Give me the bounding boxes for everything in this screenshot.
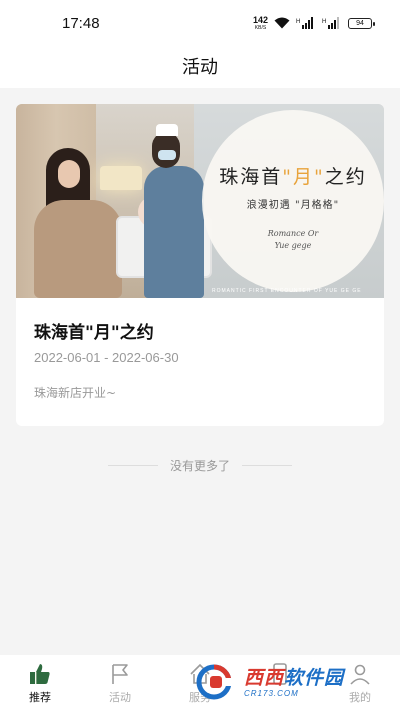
banner-script: Romance Or Yue gege	[202, 228, 384, 252]
flag-icon	[107, 661, 133, 687]
activity-date-range: 2022-06-01 - 2022-06-30	[34, 350, 179, 365]
nav-label: 推荐	[29, 691, 51, 704]
banner-nurse-figure	[134, 124, 204, 298]
status-time: 17:48	[62, 15, 100, 32]
nav-label: 活动	[109, 691, 131, 704]
divider	[242, 464, 293, 466]
banner-title: 珠海首"月"之约	[202, 162, 384, 189]
activity-banner-image: 珠海首"月"之约 浪漫初遇 "月格格" Romance Or Yue gege …	[16, 104, 384, 298]
network-speed: 142 KB/S	[252, 14, 268, 31]
watermark-logo	[196, 664, 242, 700]
banner-tagline: ROMANTIC FIRST ENCOUNTER OF YUE GE GE	[212, 288, 362, 294]
watermark-url: CR173.COM	[244, 688, 299, 698]
status-icons: 142 KB/S H H 94	[252, 14, 375, 31]
thumbs-up-icon	[27, 661, 53, 687]
page-title: 活动	[182, 57, 218, 78]
battery-icon: 94	[348, 17, 375, 29]
list-end-text: 没有更多了	[170, 458, 231, 473]
network-speed-value: 142	[252, 14, 268, 25]
activity-card[interactable]: 珠海首"月"之约 浪漫初遇 "月格格" Romance Or Yue gege …	[16, 104, 384, 426]
banner-subtitle: 浪漫初遇 "月格格"	[246, 200, 340, 211]
watermark-brand: 西西软件园	[244, 667, 344, 689]
banner-title-prefix: 珠海首	[219, 166, 283, 188]
nav-item-recommend[interactable]: 推荐	[0, 655, 80, 711]
list-end-indicator: 没有更多了	[108, 456, 293, 474]
watermark-text: 西西软件园 CR173.COM	[244, 667, 344, 698]
site-watermark: 西西软件园 CR173.COM	[196, 662, 382, 702]
divider	[108, 464, 158, 466]
network-speed-unit: KB/S	[254, 24, 267, 31]
banner-script-line2: Yue gege	[274, 241, 312, 250]
status-bar: 17:48 142 KB/S H H 94	[0, 0, 400, 44]
banner-title-suffix: 之约	[324, 166, 367, 188]
watermark-brand-red: 西西	[244, 666, 285, 689]
banner-script-line1: Romance Or	[267, 229, 319, 238]
wifi-icon	[274, 17, 290, 29]
activity-description: 珠海新店开业~	[34, 386, 117, 400]
svg-text:H: H	[296, 19, 300, 25]
page-header: 活动	[0, 44, 400, 88]
svg-text:H: H	[322, 19, 326, 25]
battery-level: 94	[356, 19, 364, 27]
signal-icon-2: H	[322, 17, 339, 29]
nav-item-activity[interactable]: 活动	[80, 655, 160, 711]
banner-title-accent: "月"	[282, 166, 325, 188]
signal-icon: H	[296, 17, 313, 29]
activity-title: 珠海首"月"之约	[34, 323, 154, 343]
watermark-brand-blue: 软件园	[284, 666, 345, 689]
banner-mother-figure	[28, 148, 122, 298]
